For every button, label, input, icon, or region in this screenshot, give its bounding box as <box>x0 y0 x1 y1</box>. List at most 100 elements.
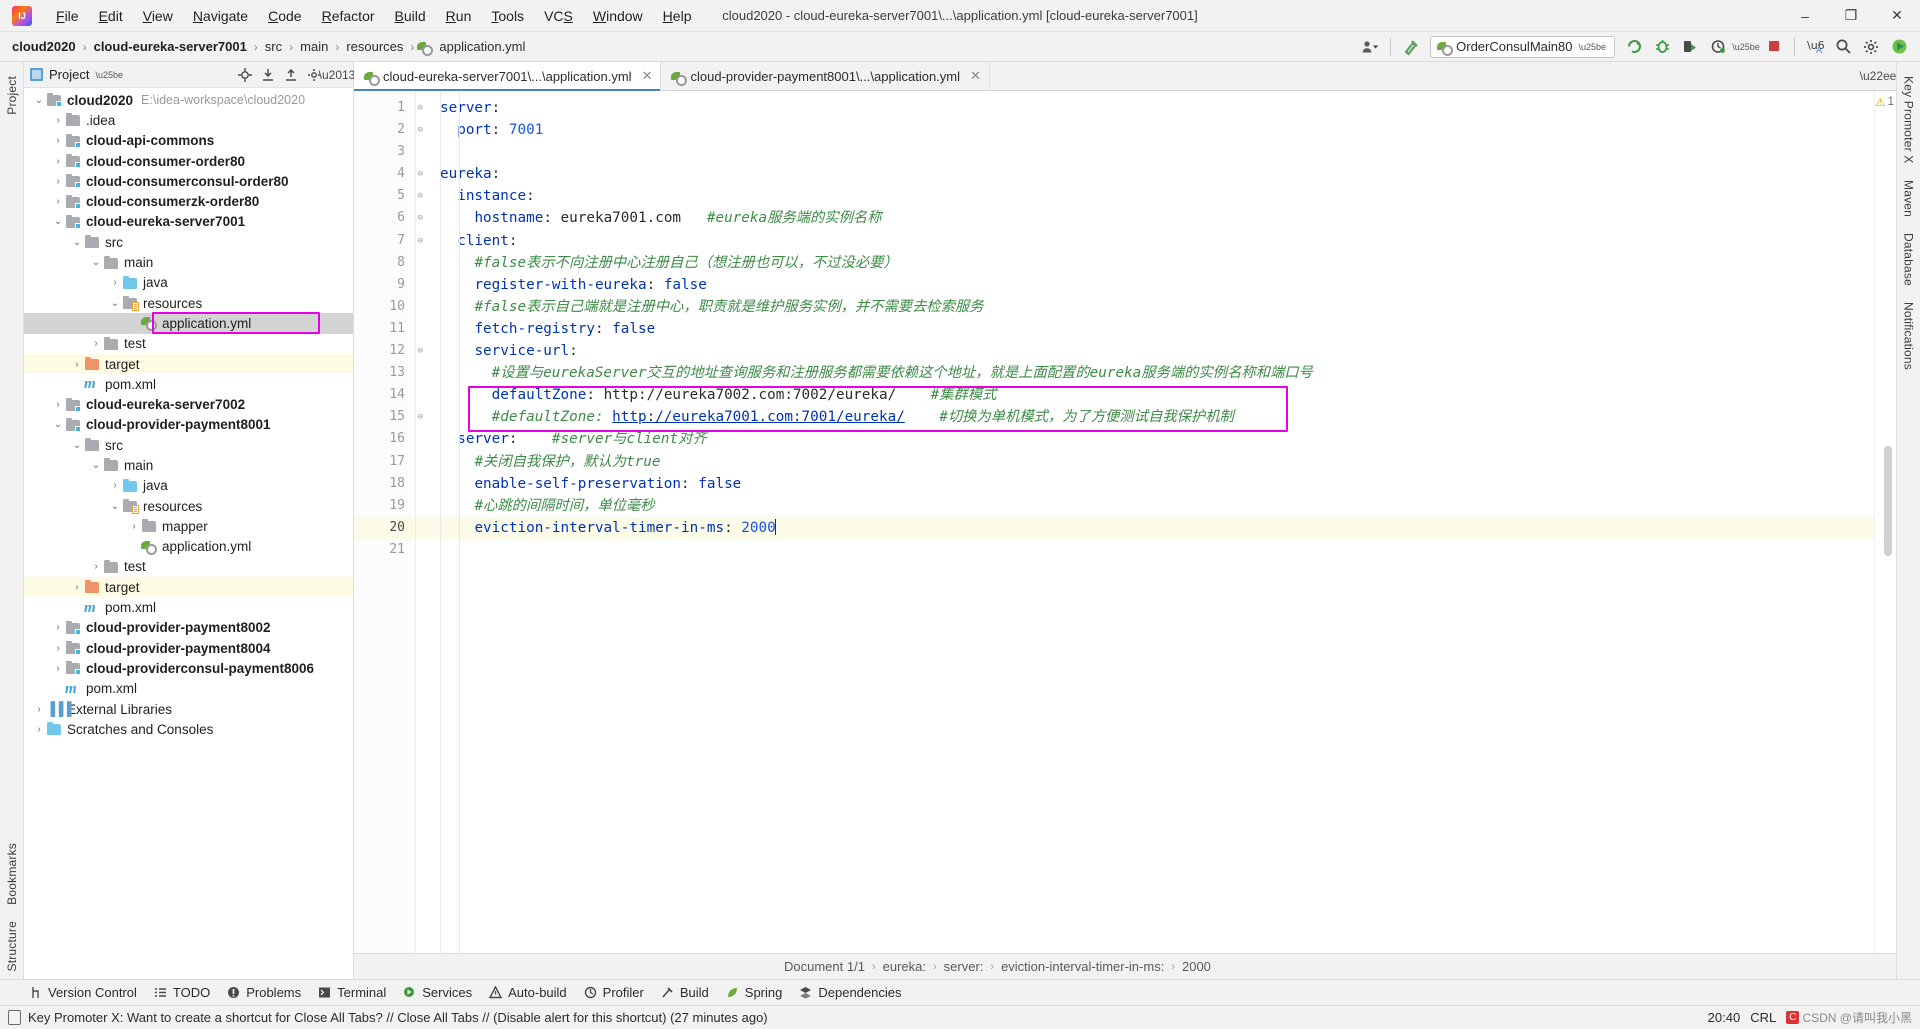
tree-item[interactable]: › java <box>24 273 353 293</box>
tool-window-profiler[interactable]: Profiler <box>583 985 644 1000</box>
tool-window-problems[interactable]: Problems <box>226 985 301 1000</box>
status-message[interactable]: Key Promoter X: Want to create a shortcu… <box>28 1010 768 1025</box>
menu-window[interactable]: Window <box>583 3 653 29</box>
code-line[interactable]: port: 7001 <box>416 119 1874 141</box>
tree-item[interactable]: › cloud-consumerzk-order80 <box>24 191 353 211</box>
menu-navigate[interactable]: Navigate <box>183 3 258 29</box>
menu-help[interactable]: Help <box>653 3 702 29</box>
doc-crumb-eviction[interactable]: eviction-interval-timer-in-ms: <box>1001 959 1164 974</box>
tree-item[interactable]: › cloud-provider-payment8002 <box>24 618 353 638</box>
tool-window-version-control[interactable]: Version Control <box>28 985 137 1000</box>
tree-expand-arrow[interactable]: ⌄ <box>51 216 65 227</box>
code-line[interactable]: instance: <box>416 185 1874 207</box>
menu-refactor[interactable]: Refactor <box>312 3 385 29</box>
tree-expand-arrow[interactable]: › <box>51 643 65 654</box>
tree-expand-arrow[interactable]: › <box>51 399 65 410</box>
doc-crumb-eureka[interactable]: eureka: <box>883 959 926 974</box>
tree-item[interactable]: › Scratches and Consoles <box>24 719 353 739</box>
tree-item[interactable]: ⌄ src <box>24 435 353 455</box>
ide-icon[interactable] <box>1886 35 1912 59</box>
line-number[interactable]: 4 ⊖ <box>354 163 423 185</box>
code-line[interactable]: enable-self-preservation: false <box>416 473 1874 495</box>
tree-item[interactable]: › cloud-consumer-order80 <box>24 151 353 171</box>
line-separator-indicator[interactable]: CRL <box>1750 1010 1776 1025</box>
collapse-all-icon[interactable] <box>258 65 278 85</box>
strip-tab-bookmarks[interactable]: Bookmarks <box>2 835 22 913</box>
code-line[interactable] <box>416 141 1874 163</box>
code-content[interactable]: server: port: 7001 eureka: instance: host… <box>416 91 1874 953</box>
tree-expand-arrow[interactable]: › <box>51 115 65 126</box>
tree-item[interactable]: › target <box>24 577 353 598</box>
breadcrumb-cloud2020[interactable]: cloud2020 <box>8 38 80 55</box>
code-line[interactable]: #defaultZone: http://eureka7001.com:7001… <box>416 406 1874 428</box>
tree-expand-arrow[interactable]: › <box>51 196 65 207</box>
breadcrumb-src[interactable]: src <box>261 38 286 55</box>
close-tab-icon[interactable]: ✕ <box>970 68 981 84</box>
line-number[interactable]: 16 <box>354 428 415 450</box>
editor-tab-payment8001[interactable]: cloud-provider-payment8001\...\applicati… <box>661 62 990 90</box>
tree-expand-arrow[interactable]: › <box>108 480 122 491</box>
tree-item[interactable]: › test <box>24 334 353 354</box>
menu-build[interactable]: Build <box>385 3 436 29</box>
tree-expand-arrow[interactable]: ⌄ <box>108 298 122 309</box>
tree-expand-arrow[interactable]: ⌄ <box>89 257 103 268</box>
line-number-gutter[interactable]: 1⊖2⊖34⊖5⊖6⊖7⊖89101112⊖131415⊖1617181920⊖… <box>354 91 423 953</box>
run-icon[interactable] <box>1621 35 1647 59</box>
code-line[interactable]: server: #server与client对齐 <box>416 428 1874 450</box>
breadcrumb-main[interactable]: main <box>296 38 332 55</box>
run-configuration-selector[interactable]: OrderConsulMain80 \u25be <box>1430 35 1615 58</box>
tree-expand-arrow[interactable]: › <box>51 176 65 187</box>
line-number[interactable]: 2 ⊖ <box>354 119 423 141</box>
tree-expand-arrow[interactable]: ⌄ <box>51 419 65 430</box>
line-number[interactable]: 3 <box>354 141 415 163</box>
project-tree[interactable]: ⌄ cloud2020 E:\idea-workspace\cloud2020 › .i… <box>24 88 353 979</box>
tree-expand-arrow[interactable]: › <box>51 156 65 167</box>
translate-icon[interactable]: \u6587A <box>1802 35 1828 59</box>
code-line[interactable]: #心跳的间隔时间，单位毫秒 <box>416 495 1874 517</box>
settings-icon[interactable] <box>1858 35 1884 59</box>
tree-expand-arrow[interactable]: ⌄ <box>32 95 46 106</box>
tree-item[interactable]: › target <box>24 353 353 375</box>
tree-expand-arrow[interactable]: › <box>108 277 122 288</box>
tree-item[interactable]: ⌄ cloud-eureka-server7001 <box>24 212 353 232</box>
debug-icon[interactable] <box>1649 35 1675 59</box>
hammer-icon[interactable] <box>1398 35 1424 59</box>
editor-options-icon[interactable]: \u22ee <box>1860 66 1897 86</box>
tree-expand-arrow[interactable]: › <box>51 622 65 633</box>
menu-code[interactable]: Code <box>258 3 311 29</box>
tree-expand-arrow[interactable]: ⌄ <box>89 460 103 471</box>
code-line[interactable]: #设置与eurekaServer交互的地址查询服务和注册服务都需要依赖这个地址，… <box>416 362 1874 384</box>
strip-tab-key-promoter[interactable]: Key Promoter X <box>1899 68 1919 172</box>
line-number[interactable]: 14 <box>354 384 415 406</box>
line-number[interactable]: 19 <box>354 495 415 517</box>
strip-tab-project[interactable]: Project <box>2 68 22 123</box>
tool-window-dependencies[interactable]: Dependencies <box>798 985 901 1000</box>
doc-crumb-value[interactable]: 2000 <box>1182 959 1211 974</box>
profile-icon[interactable] <box>1705 35 1731 59</box>
line-number[interactable]: 5 ⊖ <box>354 185 423 207</box>
notification-icon[interactable] <box>8 1010 21 1025</box>
inspection-widget[interactable]: ⚠ 1 <box>1875 95 1894 109</box>
chevron-down-icon[interactable]: \u25be <box>1732 35 1760 59</box>
code-line[interactable]: #false表示不向注册中心注册自己（想注册也可以，不过没必要） <box>416 252 1874 274</box>
line-number[interactable]: 15 ⊖ <box>354 406 423 428</box>
tree-item[interactable]: ⌄ resources <box>24 293 353 313</box>
tree-expand-arrow[interactable]: ⌄ <box>70 237 84 248</box>
strip-tab-structure[interactable]: Structure <box>2 913 22 980</box>
tree-item[interactable]: ⌄ main <box>24 252 353 272</box>
tree-item[interactable]: › cloud-api-commons <box>24 131 353 151</box>
tree-item[interactable]: › mapper <box>24 516 353 536</box>
tree-item[interactable]: m pom.xml <box>24 679 353 699</box>
tool-window-auto-build[interactable]: Auto-build <box>488 985 567 1000</box>
strip-tab-notifications[interactable]: Notifications <box>1899 294 1919 378</box>
line-number[interactable]: 12 ⊖ <box>354 340 423 362</box>
menu-view[interactable]: View <box>133 3 183 29</box>
user-settings-icon[interactable] <box>1357 35 1383 59</box>
editor-tab-eureka-server7001[interactable]: cloud-eureka-server7001\...\application.… <box>354 62 662 91</box>
tree-item[interactable]: m pom.xml <box>24 597 353 617</box>
tree-item[interactable]: ⌄ cloud-provider-payment8001 <box>24 415 353 435</box>
tree-item[interactable]: › java <box>24 476 353 496</box>
tree-expand-arrow[interactable]: › <box>51 663 65 674</box>
tree-item[interactable]: ⌄ cloud2020 E:\idea-workspace\cloud2020 <box>24 90 353 110</box>
search-everywhere-icon[interactable] <box>1830 35 1856 59</box>
